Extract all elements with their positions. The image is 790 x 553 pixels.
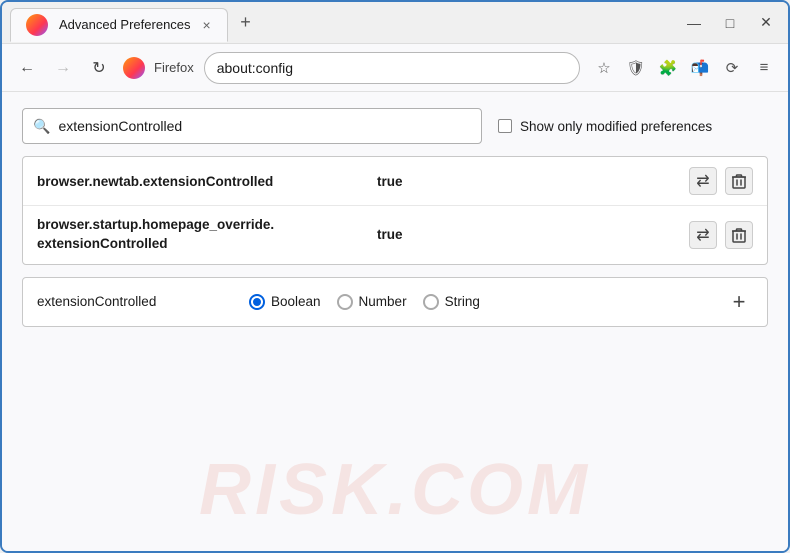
reset-button[interactable]: ⇄ bbox=[689, 167, 717, 195]
delete-button[interactable] bbox=[725, 221, 753, 249]
radio-boolean-circle[interactable] bbox=[249, 294, 265, 310]
new-pref-name: extensionControlled bbox=[37, 294, 237, 309]
tab-close-button[interactable]: × bbox=[199, 17, 215, 33]
watermark: RISK.COM bbox=[199, 449, 591, 531]
shield-icon[interactable]: 🛡 bbox=[622, 54, 650, 82]
pref-value: true bbox=[377, 227, 689, 242]
show-modified-label: Show only modified preferences bbox=[520, 119, 712, 134]
pref-value: true bbox=[377, 174, 689, 189]
search-section: 🔍 Show only modified preferences bbox=[22, 108, 768, 144]
new-tab-button[interactable]: + bbox=[232, 9, 260, 37]
radio-number[interactable]: Number bbox=[337, 294, 407, 310]
maximize-button[interactable]: □ bbox=[716, 9, 744, 37]
nav-icons: ☆ 🛡 🧩 📬 ⟳ ≡ bbox=[590, 54, 778, 82]
table-row: browser.newtab.extensionControlled true … bbox=[23, 157, 767, 206]
preference-search-box[interactable]: 🔍 bbox=[22, 108, 482, 144]
radio-boolean[interactable]: Boolean bbox=[249, 294, 321, 310]
show-modified-checkbox[interactable] bbox=[498, 119, 512, 133]
radio-number-circle[interactable] bbox=[337, 294, 353, 310]
reset-button[interactable]: ⇄ bbox=[689, 221, 717, 249]
bookmark-icon[interactable]: ☆ bbox=[590, 54, 618, 82]
browser-window: Advanced Preferences × + — □ ✕ ← → ↻ Fir… bbox=[0, 0, 790, 553]
tab-title: Advanced Preferences bbox=[59, 17, 191, 32]
menu-icon[interactable]: ≡ bbox=[750, 54, 778, 82]
refresh-button[interactable]: ↻ bbox=[84, 53, 114, 83]
table-row: browser.startup.homepage_override. exten… bbox=[23, 206, 767, 264]
sync-icon[interactable]: 📬 bbox=[686, 54, 714, 82]
firefox-logo bbox=[120, 54, 148, 82]
add-preference-row: extensionControlled Boolean Number Strin… bbox=[22, 277, 768, 327]
add-preference-button[interactable]: + bbox=[725, 288, 753, 316]
history-icon[interactable]: ⟳ bbox=[718, 54, 746, 82]
row-actions: ⇄ bbox=[689, 221, 753, 249]
title-bar: Advanced Preferences × + — □ ✕ bbox=[2, 2, 788, 44]
page-content: RISK.COM 🔍 Show only modified preference… bbox=[2, 92, 788, 551]
radio-string-circle[interactable] bbox=[423, 294, 439, 310]
address-bar[interactable]: about:config bbox=[204, 52, 580, 84]
firefox-label: Firefox bbox=[154, 60, 194, 75]
forward-button[interactable]: → bbox=[48, 53, 78, 83]
back-button[interactable]: ← bbox=[12, 53, 42, 83]
browser-tab[interactable]: Advanced Preferences × bbox=[10, 8, 228, 42]
row-actions: ⇄ bbox=[689, 167, 753, 195]
minimize-button[interactable]: — bbox=[680, 9, 708, 37]
pref-name: browser.startup.homepage_override. exten… bbox=[37, 216, 377, 254]
radio-boolean-label: Boolean bbox=[271, 294, 321, 309]
address-text: about:config bbox=[217, 60, 293, 76]
type-radio-group: Boolean Number String bbox=[249, 294, 713, 310]
search-icon: 🔍 bbox=[33, 118, 50, 135]
results-table: browser.newtab.extensionControlled true … bbox=[22, 156, 768, 265]
delete-button[interactable] bbox=[725, 167, 753, 195]
pref-name: browser.newtab.extensionControlled bbox=[37, 174, 377, 189]
radio-string[interactable]: String bbox=[423, 294, 480, 310]
extension-icon[interactable]: 🧩 bbox=[654, 54, 682, 82]
tab-favicon bbox=[23, 11, 51, 39]
close-button[interactable]: ✕ bbox=[752, 9, 780, 37]
search-input[interactable] bbox=[58, 118, 471, 134]
radio-number-label: Number bbox=[359, 294, 407, 309]
nav-bar: ← → ↻ Firefox about:config ☆ 🛡 🧩 📬 ⟳ ≡ bbox=[2, 44, 788, 92]
pref-name-line1: browser.startup.homepage_override. bbox=[37, 217, 274, 232]
window-controls: — □ ✕ bbox=[680, 9, 780, 37]
pref-name-line2: extensionControlled bbox=[37, 236, 168, 251]
show-modified-section: Show only modified preferences bbox=[498, 119, 712, 134]
radio-string-label: String bbox=[445, 294, 480, 309]
